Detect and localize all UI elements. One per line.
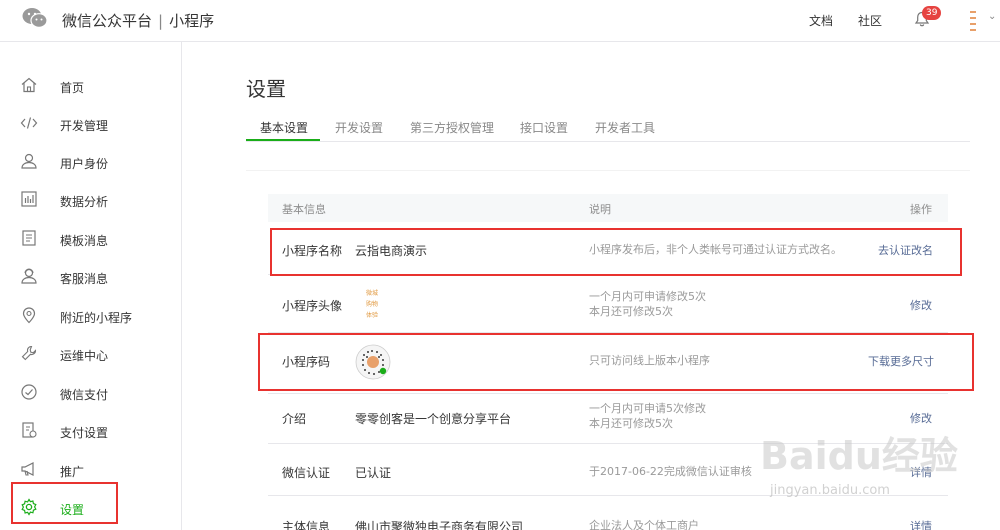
avatar-text-line: 购物 — [366, 301, 379, 308]
sidebar-item-label: 首页 — [60, 81, 85, 95]
row-description: 企业法人及个体工商户 — [589, 519, 699, 530]
sidebar-item-label: 运维中心 — [60, 349, 109, 363]
tab-dev-settings[interactable]: 开发设置 — [335, 119, 383, 136]
sidebar-item-wechat-pay[interactable]: 微信支付 — [0, 375, 182, 413]
active-tab-indicator — [246, 139, 320, 141]
sidebar-item-label: 支付设置 — [60, 426, 109, 440]
sidebar-item-customer-service[interactable]: 客服消息 — [0, 259, 182, 297]
row-label: 主体信息 — [282, 520, 331, 530]
megaphone-icon — [21, 462, 34, 476]
location-icon — [22, 307, 36, 324]
row-label: 介绍 — [282, 412, 307, 426]
edit-avatar-link[interactable]: 修改 — [910, 297, 932, 313]
watermark-url: jingyan.baidu.com — [770, 483, 890, 498]
table-header: 基本信息 说明 操作 — [268, 194, 948, 222]
sidebar-item-label: 附近的小程序 — [60, 311, 133, 325]
page-title: 设置 — [246, 77, 286, 101]
code-icon — [20, 117, 38, 129]
tab-basic-settings[interactable]: 基本设置 — [260, 119, 308, 136]
sidebar-item-template-messages[interactable]: 模板消息 — [0, 221, 182, 259]
avatar-text-line: 体验 — [366, 312, 379, 319]
pay-icon — [21, 384, 37, 400]
tab-api-settings[interactable]: 接口设置 — [520, 119, 568, 136]
home-icon — [21, 77, 37, 93]
top-bar: 微信公众平台 | 小程序 文档 社区 39 ⌄ — [0, 0, 1000, 42]
sidebar-item-label: 数据分析 — [60, 195, 109, 209]
sidebar-item-user-identity[interactable]: 用户身份 — [0, 144, 182, 182]
row-value: 佛山市聚微独电子商务有限公司 — [355, 520, 524, 530]
row-description-secondary: 本月还可修改5次 — [589, 305, 673, 318]
sidebar-item-label: 用户身份 — [60, 157, 109, 171]
header-description: 说明 — [589, 203, 611, 216]
row-description: 一个月内可申请5次修改 — [589, 402, 706, 415]
wrench-icon — [21, 345, 37, 361]
sidebar-item-pay-settings[interactable]: 支付设置 — [0, 413, 182, 451]
header-basic-info: 基本信息 — [282, 203, 326, 216]
sidebar-item-home[interactable]: 首页 — [0, 68, 182, 106]
chart-icon — [21, 191, 37, 207]
avatar[interactable] — [966, 10, 980, 32]
miniprogram-avatar[interactable]: 微城 购物 体验 — [366, 288, 388, 322]
row-label: 小程序头像 — [282, 299, 343, 313]
highlight-box-qrcode — [258, 333, 974, 391]
notification-badge: 39 — [922, 6, 942, 20]
brand-separator: | — [158, 12, 164, 30]
sidebar-item-dev-management[interactable]: 开发管理 — [0, 106, 182, 144]
sidebar-item-operations[interactable]: 运维中心 — [0, 336, 182, 374]
avatar-text-line: 微城 — [366, 290, 379, 297]
community-link[interactable]: 社区 — [858, 12, 882, 29]
sidebar-item-label: 模板消息 — [60, 234, 109, 248]
row-value: 已认证 — [355, 466, 392, 480]
tab-dev-tools[interactable]: 开发者工具 — [595, 119, 655, 136]
product-name: 小程序 — [169, 12, 215, 30]
sidebar-item-label: 推广 — [60, 465, 85, 479]
row-description: 一个月内可申请修改5次 — [589, 290, 706, 303]
row-description: 于2017-06-22完成微信认证审核 — [589, 465, 752, 478]
service-icon — [21, 268, 37, 284]
row-label: 微信认证 — [282, 466, 331, 480]
pay-settings-icon — [22, 422, 37, 438]
document-icon — [22, 230, 36, 246]
highlight-box-name — [270, 228, 962, 276]
baidu-watermark: Baidu经验 jingyan.baidu.com — [760, 425, 990, 530]
brand-name: 微信公众平台 — [62, 12, 153, 30]
sidebar-item-label: 开发管理 — [60, 119, 109, 133]
sidebar-item-label: 客服消息 — [60, 272, 109, 286]
user-icon — [21, 153, 37, 169]
wechat-logo-icon[interactable] — [22, 7, 48, 29]
edit-intro-link[interactable]: 修改 — [910, 410, 932, 426]
chevron-down-icon[interactable]: ⌄ — [988, 11, 996, 22]
brand-title: 微信公众平台 | 小程序 — [62, 10, 214, 31]
highlight-box-settings — [11, 482, 118, 524]
sidebar-item-data-analysis[interactable]: 数据分析 — [0, 182, 182, 220]
docs-link[interactable]: 文档 — [809, 12, 833, 29]
tab-third-party-auth[interactable]: 第三方授权管理 — [410, 119, 494, 136]
row-description-secondary: 本月还可修改5次 — [589, 417, 673, 430]
sidebar: 首页 开发管理 用户身份 数据分析 模板消息 客服消息 附近的小程序 运维中心 … — [0, 42, 182, 530]
sidebar-item-nearby-miniprograms[interactable]: 附近的小程序 — [0, 298, 182, 336]
row-value: 零零创客是一个创意分享平台 — [355, 412, 512, 426]
settings-tabs: 基本设置 开发设置 第三方授权管理 接口设置 开发者工具 — [246, 112, 970, 142]
sidebar-item-label: 微信支付 — [60, 388, 109, 402]
watermark-title: Baidu经验 — [760, 434, 958, 478]
header-action: 操作 — [910, 203, 932, 216]
